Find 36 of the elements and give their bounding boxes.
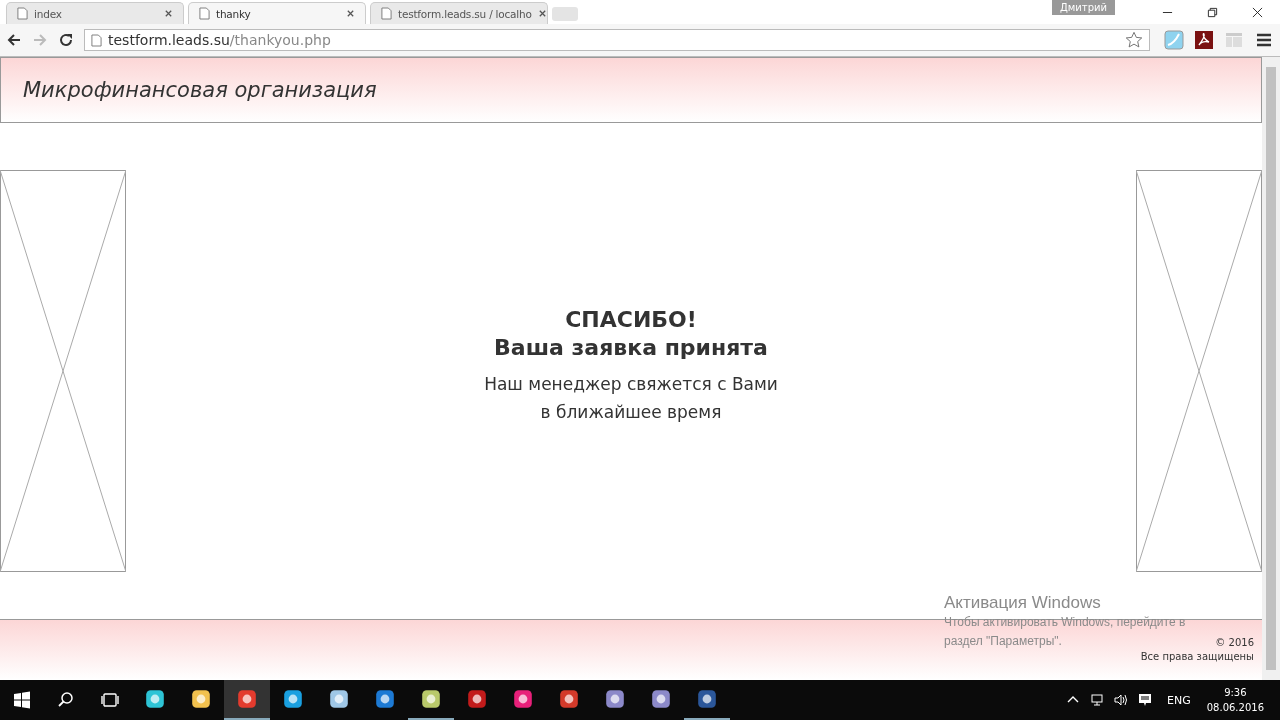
page-icon xyxy=(17,7,28,20)
close-icon[interactable] xyxy=(1252,6,1263,18)
activation-text: раздел "Параметры". xyxy=(944,633,1062,650)
browser-tab[interactable]: index xyxy=(6,2,184,24)
thank-you-heading: СПАСИБО! xyxy=(565,306,697,334)
speaker-icon[interactable] xyxy=(1114,693,1129,707)
network-icon[interactable] xyxy=(1090,693,1105,707)
pdf-icon[interactable] xyxy=(1194,30,1214,50)
page-icon xyxy=(91,33,102,47)
scrollbar-thumb[interactable] xyxy=(1266,67,1276,670)
reload-icon[interactable] xyxy=(58,32,74,48)
activation-title: Активация Windows xyxy=(944,593,1101,613)
clock[interactable]: 9:36 08.06.2016 xyxy=(1206,685,1264,715)
confirmation-message: в ближайшее время xyxy=(540,401,722,424)
language-indicator[interactable]: ENG xyxy=(1167,693,1191,707)
close-icon[interactable] xyxy=(346,9,355,18)
copyright-text: © 2016 xyxy=(1215,636,1254,650)
taskbar-app[interactable] xyxy=(224,680,270,720)
page-icon xyxy=(199,7,210,20)
start-icon[interactable] xyxy=(12,690,32,710)
thank-you-heading: Ваша заявка принята xyxy=(494,334,768,362)
back-icon[interactable] xyxy=(6,32,22,48)
close-icon[interactable] xyxy=(164,9,173,18)
address-bar[interactable]: testform.leads.su/thankyou.php xyxy=(84,29,1150,51)
rights-text: Все права защищены xyxy=(1140,650,1254,664)
scrollbar[interactable] xyxy=(1262,57,1280,680)
browser-tab[interactable]: thanky xyxy=(188,2,366,24)
star-icon[interactable] xyxy=(1125,31,1143,49)
confirmation-message: Наш менеджер свяжется с Вами xyxy=(484,373,778,396)
close-icon[interactable] xyxy=(537,9,547,18)
restore-icon[interactable] xyxy=(1207,6,1218,18)
task-view-icon[interactable] xyxy=(100,690,120,710)
site-title: Микрофинансовая организация xyxy=(23,78,377,102)
notification-icon[interactable] xyxy=(1138,693,1153,707)
page-icon xyxy=(381,7,392,20)
browser-tab[interactable]: testform.leads.su / localho xyxy=(370,2,548,24)
